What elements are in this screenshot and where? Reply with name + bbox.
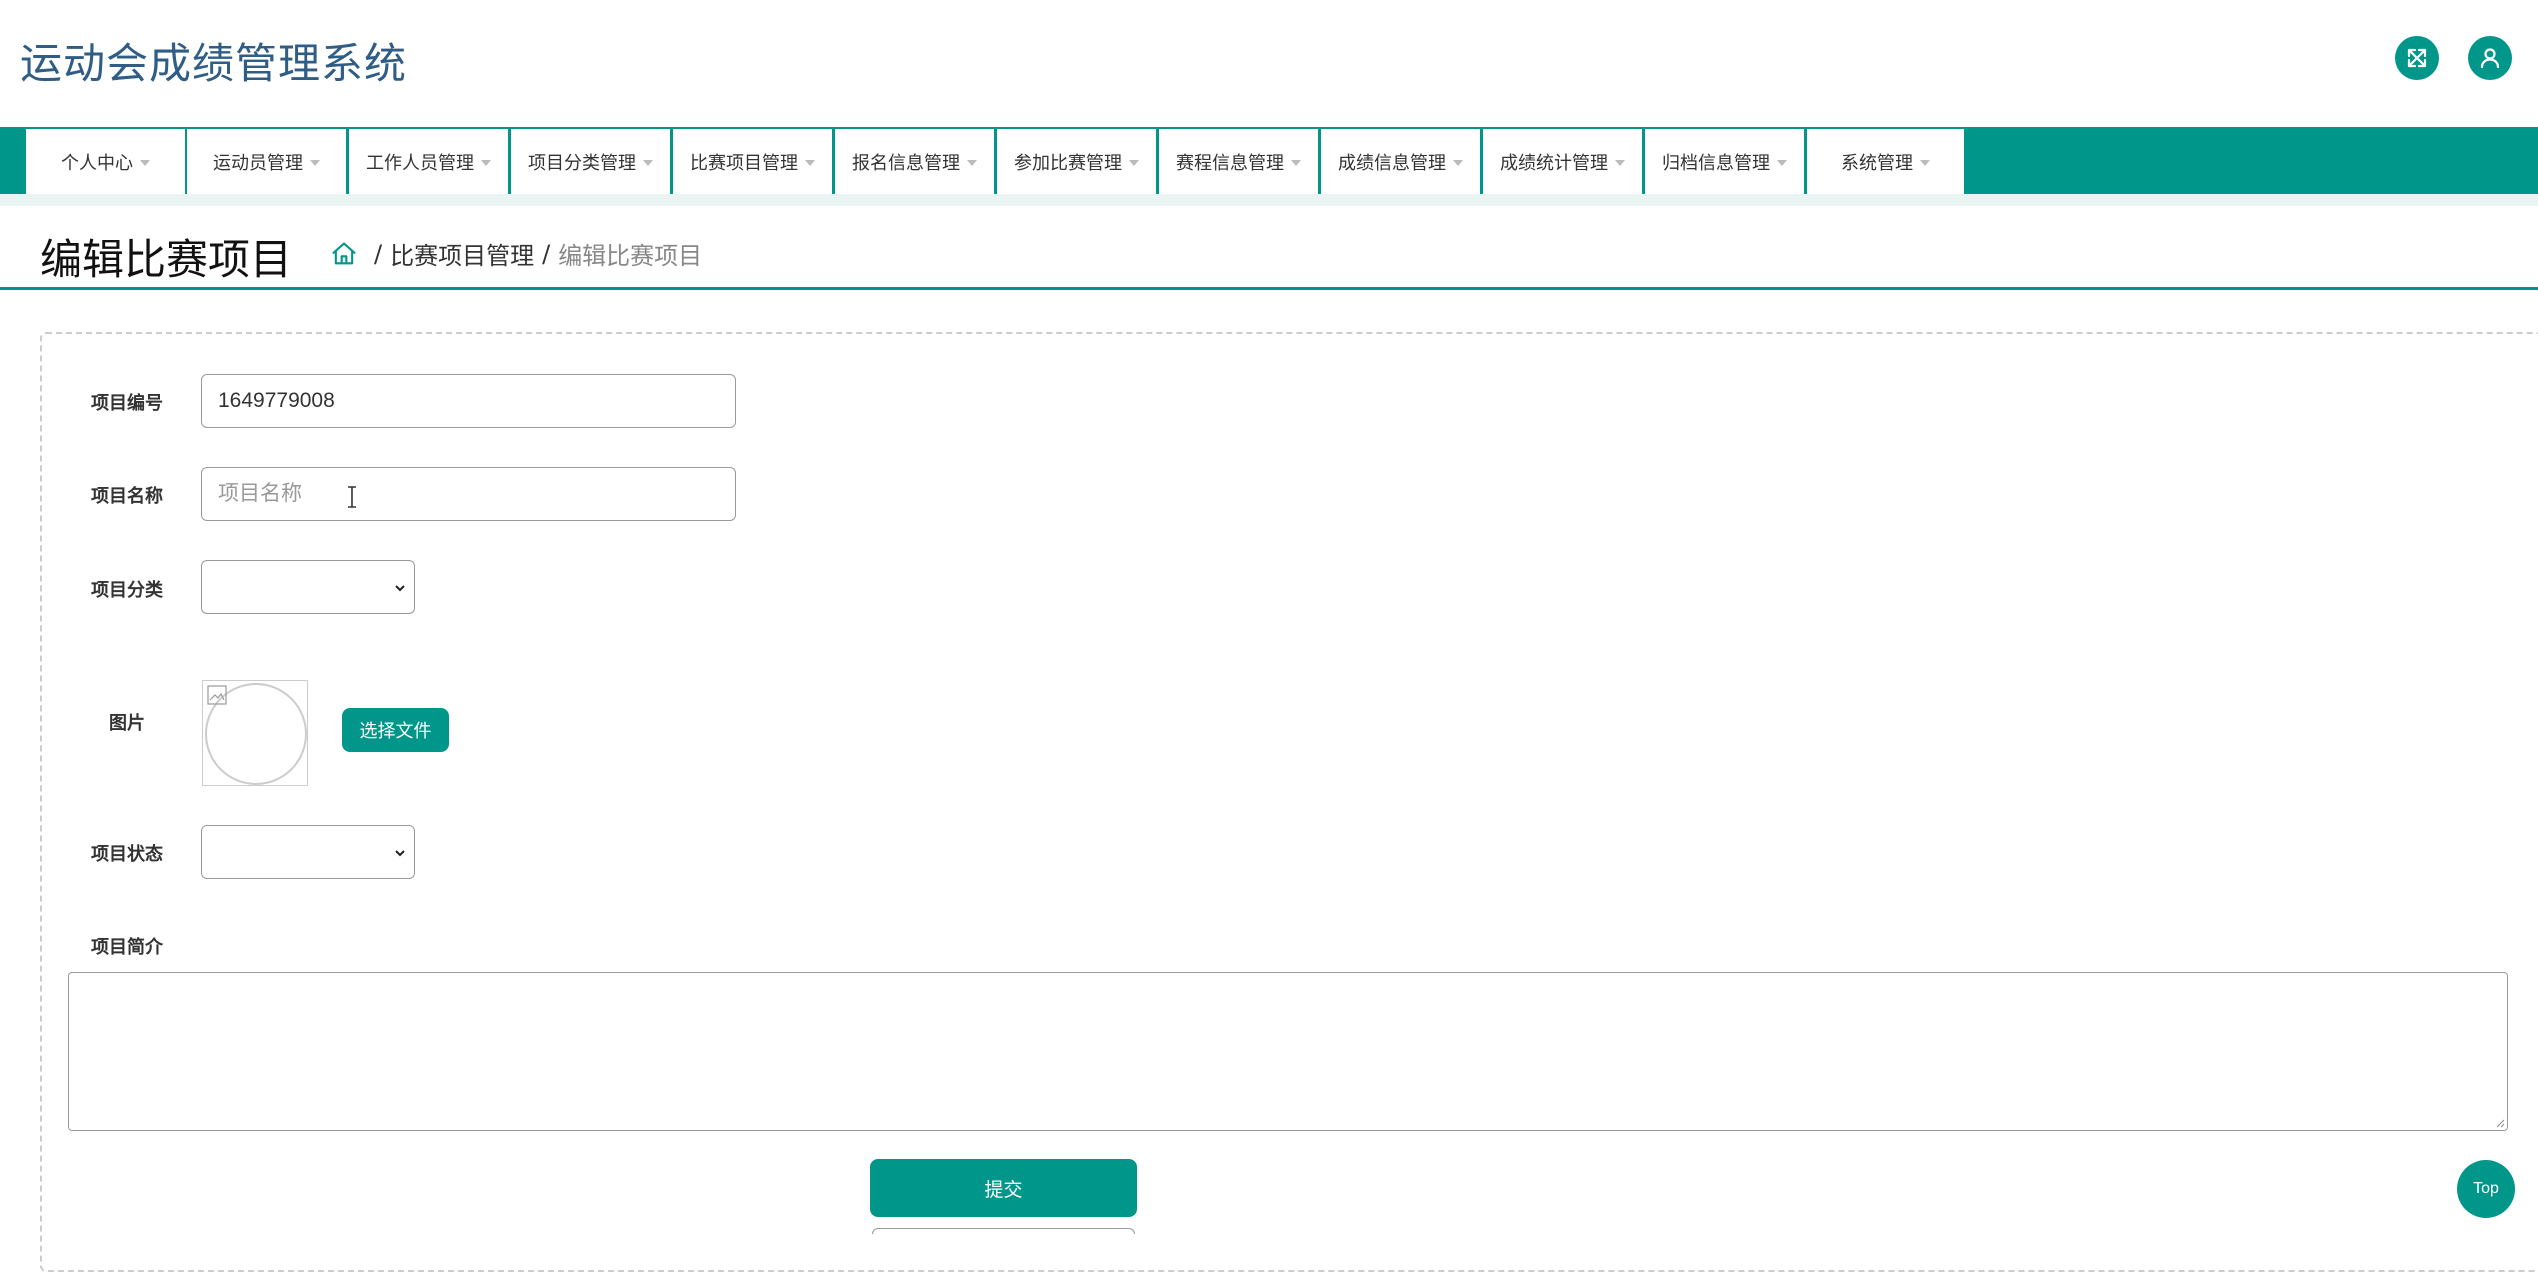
breadcrumb: / 比赛项目管理 / 编辑比赛项目 bbox=[330, 236, 702, 271]
category-select[interactable] bbox=[201, 560, 415, 614]
image-label: 图片 bbox=[109, 713, 145, 734]
nav-item-athlete-mgmt[interactable]: 运动员管理 bbox=[187, 129, 347, 194]
main-nav: 个人中心 运动员管理 工作人员管理 项目分类管理 比赛项目管理 报名信息管理 参… bbox=[0, 127, 2538, 194]
breadcrumb-separator: / bbox=[374, 239, 383, 268]
nav-item-score-stats-mgmt[interactable]: 成绩统计管理 bbox=[1483, 129, 1643, 194]
nav-item-label: 运动员管理 bbox=[213, 152, 303, 174]
page-title: 编辑比赛项目 bbox=[40, 235, 293, 284]
nav-item-label: 报名信息管理 bbox=[852, 152, 960, 174]
nav-item-label: 系统管理 bbox=[1841, 152, 1913, 174]
resize-grip-icon[interactable] bbox=[2493, 1116, 2505, 1128]
nav-item-label: 参加比赛管理 bbox=[1014, 152, 1122, 174]
code-label: 项目编号 bbox=[91, 393, 163, 414]
caret-down-icon bbox=[1920, 159, 1930, 166]
fullscreen-button[interactable] bbox=[2395, 36, 2439, 80]
nav-item-system-mgmt[interactable]: 系统管理 bbox=[1807, 129, 1965, 194]
caret-down-icon bbox=[140, 159, 150, 166]
fullscreen-icon bbox=[2407, 48, 2427, 68]
status-label: 项目状态 bbox=[91, 844, 163, 865]
nav-item-staff-mgmt[interactable]: 工作人员管理 bbox=[349, 129, 509, 194]
status-select[interactable] bbox=[201, 825, 415, 879]
nav-item-archive-mgmt[interactable]: 归档信息管理 bbox=[1645, 129, 1805, 194]
back-to-top-button[interactable]: Top bbox=[2457, 1160, 2515, 1218]
image-preview bbox=[202, 680, 308, 786]
nav-item-label: 成绩统计管理 bbox=[1500, 152, 1608, 174]
nav-divider bbox=[0, 194, 2538, 206]
intro-label: 项目简介 bbox=[91, 937, 163, 958]
caret-down-icon bbox=[1453, 159, 1463, 166]
app-title: 运动会成绩管理系统 bbox=[20, 39, 408, 88]
chevron-down-icon bbox=[395, 585, 405, 592]
chevron-down-icon bbox=[395, 850, 405, 857]
caret-down-icon bbox=[310, 159, 320, 166]
nav-item-participation-mgmt[interactable]: 参加比赛管理 bbox=[997, 129, 1157, 194]
caret-down-icon bbox=[1615, 159, 1625, 166]
nav-item-label: 成绩信息管理 bbox=[1338, 152, 1446, 174]
breadcrumb-current: 编辑比赛项目 bbox=[558, 242, 703, 270]
nav-item-registration-mgmt[interactable]: 报名信息管理 bbox=[835, 129, 995, 194]
name-input[interactable] bbox=[201, 467, 736, 521]
home-icon[interactable] bbox=[330, 240, 358, 268]
caret-down-icon bbox=[643, 159, 653, 166]
nav-item-score-mgmt[interactable]: 成绩信息管理 bbox=[1321, 129, 1481, 194]
choose-file-button[interactable]: 选择文件 bbox=[342, 708, 449, 752]
nav-item-label: 工作人员管理 bbox=[366, 152, 474, 174]
nav-item-personal-center[interactable]: 个人中心 bbox=[26, 129, 186, 194]
caret-down-icon bbox=[1291, 159, 1301, 166]
page-title-bar: 编辑比赛项目 / 比赛项目管理 / 编辑比赛项目 bbox=[0, 206, 2538, 290]
caret-down-icon bbox=[805, 159, 815, 166]
user-menu-button[interactable] bbox=[2468, 36, 2512, 80]
nav-item-label: 比赛项目管理 bbox=[690, 152, 798, 174]
nav-item-label: 赛程信息管理 bbox=[1176, 152, 1284, 174]
submit-button[interactable]: 提交 bbox=[870, 1159, 1137, 1217]
user-icon bbox=[2480, 48, 2500, 69]
nav-item-category-mgmt[interactable]: 项目分类管理 bbox=[511, 129, 671, 194]
caret-down-icon bbox=[967, 159, 977, 166]
secondary-button-edge[interactable] bbox=[872, 1228, 1135, 1234]
text-cursor-icon bbox=[348, 486, 356, 508]
nav-item-label: 个人中心 bbox=[61, 152, 133, 174]
caret-down-icon bbox=[481, 159, 491, 166]
name-label: 项目名称 bbox=[91, 486, 163, 507]
app-header: 运动会成绩管理系统 bbox=[0, 0, 2538, 127]
nav-item-label: 归档信息管理 bbox=[1662, 152, 1770, 174]
breadcrumb-parent-link[interactable]: 比赛项目管理 bbox=[390, 236, 534, 271]
caret-down-icon bbox=[1129, 159, 1139, 166]
code-input[interactable] bbox=[201, 374, 736, 428]
broken-image-icon bbox=[207, 685, 227, 705]
breadcrumb-separator: / bbox=[542, 239, 551, 268]
nav-item-schedule-mgmt[interactable]: 赛程信息管理 bbox=[1159, 129, 1319, 194]
intro-textarea[interactable] bbox=[68, 972, 2508, 1131]
caret-down-icon bbox=[1777, 159, 1787, 166]
nav-item-label: 项目分类管理 bbox=[528, 152, 636, 174]
nav-item-event-mgmt[interactable]: 比赛项目管理 bbox=[673, 129, 833, 194]
category-label: 项目分类 bbox=[91, 580, 163, 601]
